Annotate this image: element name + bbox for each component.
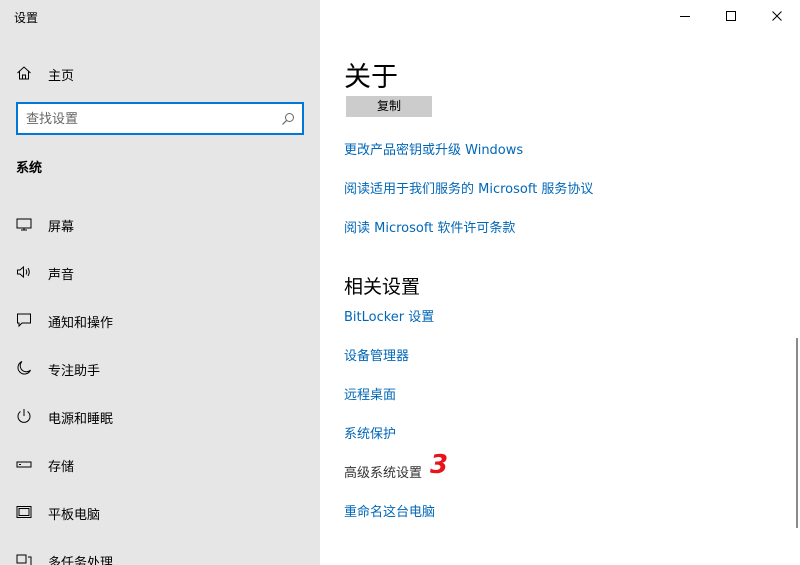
- sidebar-item-label: 多任务处理: [48, 556, 114, 565]
- sidebar-item-label: 电源和睡眠: [48, 412, 114, 427]
- search-icon[interactable]: [281, 112, 295, 126]
- device-manager-link[interactable]: 设备管理器: [344, 345, 409, 364]
- sidebar-item-display[interactable]: 屏幕: [0, 206, 320, 242]
- sidebar: 设置 主页 系统 屏幕 声音 通知和操作: [0, 0, 320, 565]
- main-content: 关于 复制 更改产品密钥或升级 Windows 阅读适用于我们服务的 Micro…: [320, 0, 800, 565]
- monitor-icon: [16, 218, 32, 231]
- search-input[interactable]: [26, 110, 276, 128]
- sidebar-item-tablet[interactable]: 平板电脑: [0, 494, 320, 530]
- search-box[interactable]: [16, 102, 304, 135]
- sidebar-item-notifications[interactable]: 通知和操作: [0, 302, 320, 338]
- sidebar-item-sound[interactable]: 声音: [0, 254, 320, 290]
- remote-desktop-link[interactable]: 远程桌面: [344, 384, 396, 403]
- section-title: 系统: [16, 161, 43, 176]
- storage-icon: [16, 461, 32, 468]
- sidebar-item-power[interactable]: 电源和睡眠: [0, 398, 320, 434]
- home-icon: [17, 66, 31, 80]
- sidebar-item-home[interactable]: 主页: [0, 58, 320, 88]
- page-title: 关于: [344, 62, 398, 93]
- scrollbar[interactable]: [796, 338, 798, 528]
- annotation-marker: 3: [430, 450, 449, 480]
- sidebar-item-label: 平板电脑: [48, 508, 101, 523]
- advanced-system-settings-link[interactable]: 高级系统设置: [344, 462, 422, 481]
- change-product-key-link[interactable]: 更改产品密钥或升级 Windows: [344, 139, 523, 158]
- moon-icon: [17, 361, 31, 375]
- speaker-icon: [17, 265, 30, 279]
- tablet-icon: [16, 506, 32, 518]
- multitask-icon: [16, 554, 32, 565]
- service-agreement-link[interactable]: 阅读适用于我们服务的 Microsoft 服务协议: [344, 178, 593, 197]
- sidebar-item-label: 主页: [48, 69, 75, 84]
- app-title: 设置: [14, 11, 39, 25]
- related-settings-title: 相关设置: [344, 276, 421, 298]
- sidebar-item-label: 存储: [48, 460, 75, 475]
- sidebar-item-label: 声音: [48, 268, 75, 283]
- power-icon: [17, 409, 31, 423]
- sidebar-item-multitasking[interactable]: 多任务处理: [0, 542, 320, 565]
- sidebar-item-label: 专注助手: [48, 364, 101, 379]
- sidebar-item-storage[interactable]: 存储: [0, 446, 320, 482]
- license-terms-link[interactable]: 阅读 Microsoft 软件许可条款: [344, 217, 515, 236]
- system-protection-link[interactable]: 系统保护: [344, 423, 396, 442]
- copy-button[interactable]: 复制: [346, 96, 432, 117]
- notification-icon: [17, 313, 31, 328]
- sidebar-item-label: 通知和操作: [48, 316, 114, 331]
- sidebar-item-label: 屏幕: [48, 220, 75, 235]
- rename-pc-link[interactable]: 重命名这台电脑: [344, 501, 435, 520]
- bitlocker-settings-link[interactable]: BitLocker 设置: [344, 306, 434, 325]
- sidebar-item-focus-assist[interactable]: 专注助手: [0, 350, 320, 386]
